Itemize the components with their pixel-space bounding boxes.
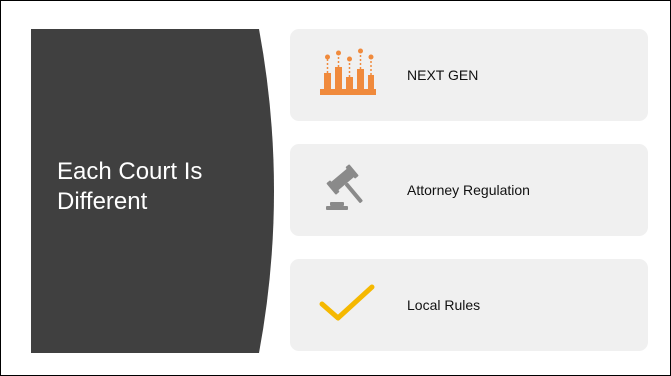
card-attorney-regulation[interactable]: Attorney Regulation	[290, 144, 648, 236]
slide: Each Court Is Different NEXT GEN Attorne…	[0, 0, 671, 376]
thermometer-chart-icon	[320, 48, 376, 95]
gavel-icon	[326, 164, 363, 210]
checkmark-icon	[319, 284, 375, 321]
card-next-gen[interactable]: NEXT GEN	[290, 29, 648, 121]
card-label: NEXT GEN	[407, 67, 479, 83]
card-label: Local Rules	[407, 297, 481, 313]
slide-title: Each Court Is Different	[57, 158, 203, 215]
card-label: Attorney Regulation	[407, 182, 530, 198]
card-local-rules[interactable]: Local Rules	[290, 259, 648, 351]
title-panel: Each Court Is Different	[31, 29, 274, 353]
